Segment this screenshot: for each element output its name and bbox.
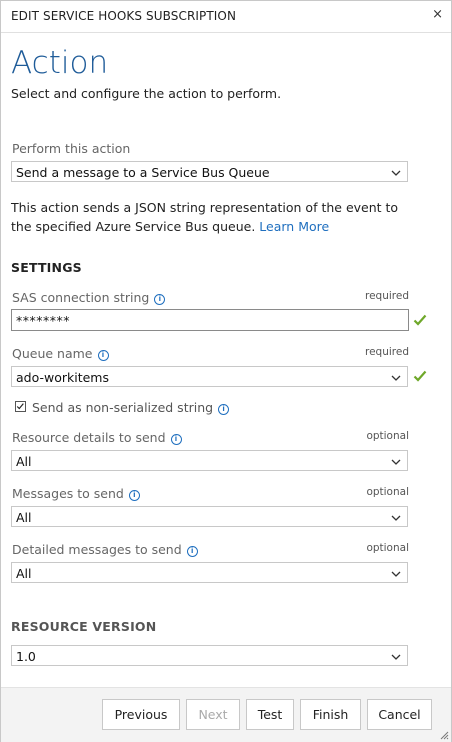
messages-label: Messages to send i — [12, 486, 140, 501]
resource-details-label-text: Resource details to send — [12, 430, 166, 445]
info-icon[interactable]: i — [97, 350, 109, 361]
edit-subscription-dialog: EDIT SERVICE HOOKS SUBSCRIPTION × Action… — [0, 0, 452, 742]
checkmark-icon — [413, 314, 427, 326]
chevron-down-icon — [391, 459, 401, 465]
info-icon[interactable]: i — [170, 434, 182, 445]
action-select[interactable]: Send a message to a Service Bus Queue — [11, 161, 408, 182]
queue-name-select[interactable]: ado-workitems — [11, 366, 408, 387]
next-button[interactable]: Next — [186, 699, 240, 730]
checkbox-icon — [16, 403, 24, 410]
settings-section-title: SETTINGS — [11, 260, 82, 275]
sas-label: SAS connection string i — [12, 290, 166, 305]
chevron-down-icon — [391, 515, 401, 521]
queue-label: Queue name i — [12, 346, 109, 361]
page-title: Action — [11, 45, 109, 81]
chevron-down-icon — [391, 375, 401, 381]
non-serialized-label-text: Send as non-serialized string — [32, 400, 214, 415]
checkmark-icon — [413, 370, 427, 382]
sas-label-text: SAS connection string — [12, 290, 150, 305]
queue-required-tag: required — [365, 346, 409, 358]
info-icon[interactable]: i — [128, 490, 140, 501]
queue-label-text: Queue name — [12, 346, 93, 361]
resource-details-optional-tag: optional — [366, 430, 409, 442]
chevron-down-icon — [391, 654, 401, 660]
resource-details-value: All — [16, 454, 32, 469]
chevron-down-icon — [391, 170, 401, 176]
resource-version-section-title: RESOURCE VERSION — [11, 619, 157, 634]
detailed-messages-label-text: Detailed messages to send — [12, 542, 182, 557]
dialog-titlebar: EDIT SERVICE HOOKS SUBSCRIPTION × — [1, 1, 451, 33]
queue-name-value: ado-workitems — [16, 370, 109, 385]
resource-version-select[interactable]: 1.0 — [11, 645, 408, 666]
messages-optional-tag: optional — [366, 486, 409, 498]
resource-details-select[interactable]: All — [11, 450, 408, 471]
info-icon[interactable]: i — [154, 294, 166, 305]
close-icon[interactable]: × — [432, 7, 443, 22]
info-icon[interactable]: i — [218, 404, 230, 415]
detailed-messages-optional-tag: optional — [366, 542, 409, 554]
action-select-value: Send a message to a Service Bus Queue — [16, 165, 270, 180]
action-description: This action sends a JSON string represen… — [11, 198, 411, 236]
sas-connection-input[interactable]: ******** — [11, 309, 409, 331]
action-description-text: This action sends a JSON string represen… — [11, 200, 399, 234]
info-icon[interactable]: i — [186, 546, 198, 557]
resize-grip-icon[interactable] — [439, 730, 449, 740]
detailed-messages-value: All — [16, 566, 32, 581]
non-serialized-checkbox[interactable] — [15, 401, 26, 412]
sas-required-tag: required — [365, 290, 409, 302]
test-button[interactable]: Test — [246, 699, 294, 730]
cancel-button[interactable]: Cancel — [367, 699, 432, 730]
messages-select[interactable]: All — [11, 506, 408, 527]
dialog-title: EDIT SERVICE HOOKS SUBSCRIPTION — [11, 9, 237, 23]
finish-button[interactable]: Finish — [300, 699, 361, 730]
detailed-messages-select[interactable]: All — [11, 562, 408, 583]
dialog-footer: Previous Next Test Finish Cancel — [1, 687, 451, 742]
messages-value: All — [16, 510, 32, 525]
chevron-down-icon — [391, 571, 401, 577]
messages-label-text: Messages to send — [12, 486, 124, 501]
sas-connection-value: ******** — [16, 313, 70, 328]
resource-details-label: Resource details to send i — [12, 430, 182, 445]
learn-more-link[interactable]: Learn More — [259, 219, 329, 234]
resource-version-value: 1.0 — [16, 649, 36, 664]
page-subtitle: Select and configure the action to perfo… — [11, 86, 282, 101]
non-serialized-label: Send as non-serialized string i — [32, 400, 230, 415]
detailed-messages-label: Detailed messages to send i — [12, 542, 198, 557]
previous-button[interactable]: Previous — [102, 699, 180, 730]
action-label: Perform this action — [12, 141, 131, 156]
